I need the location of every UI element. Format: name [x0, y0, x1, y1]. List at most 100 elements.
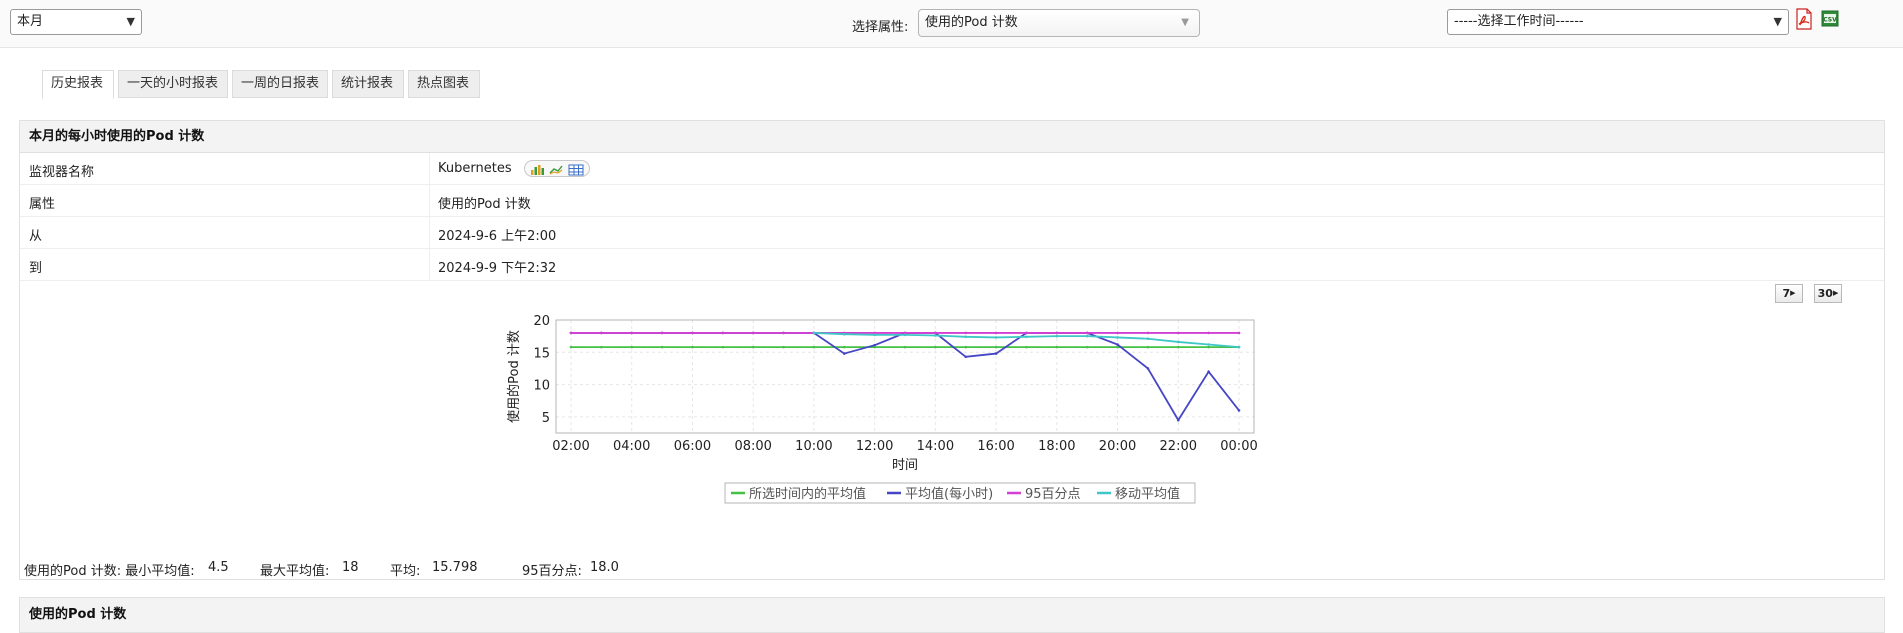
- data-point: [934, 345, 937, 349]
- stat-avg-value: 15.798: [432, 560, 478, 575]
- data-point: [873, 343, 876, 347]
- x-tick-label: 10:00: [795, 439, 832, 454]
- x-tick-label: 14:00: [917, 439, 954, 454]
- data-point: [1025, 335, 1028, 339]
- data-point: [842, 352, 846, 355]
- data-point: [994, 336, 998, 339]
- tab-heatmap-report[interactable]: 热点图表: [408, 70, 480, 98]
- x-tick-label: 22:00: [1160, 439, 1197, 454]
- section-title: 使用的Pod 计数: [20, 598, 1884, 633]
- data-point: [964, 331, 968, 335]
- data-point: [1085, 334, 1089, 338]
- chart-views-icon: [531, 164, 584, 176]
- data-point: [994, 345, 998, 349]
- data-point: [1146, 345, 1150, 349]
- worktime-select-value: -----选择工作时间------: [1454, 14, 1584, 29]
- pod-count-line-chart: 5 10 15 20 02:00 04:00 06:00 08:00 10:00 12:00 14…: [506, 314, 1258, 504]
- data-point: [1085, 345, 1089, 349]
- stat-min-value: 4.5: [208, 560, 229, 575]
- stat-p95-value: 18.0: [590, 560, 619, 575]
- period-select[interactable]: 本月 ▼: [10, 9, 142, 35]
- data-point: [1146, 367, 1150, 370]
- tab-hourly-report[interactable]: 一天的小时报表: [118, 70, 228, 98]
- tab-daily-report[interactable]: 一周的日报表: [232, 70, 328, 98]
- data-point: [812, 331, 816, 335]
- data-point: [873, 333, 876, 337]
- info-key: 到: [29, 261, 43, 276]
- info-value: 2024-9-6 上午2:00: [438, 229, 557, 244]
- data-point: [812, 345, 816, 349]
- data-point: [630, 331, 634, 335]
- x-tick-label: 02:00: [552, 439, 589, 454]
- monitor-view-icons[interactable]: [524, 160, 590, 177]
- data-point: [721, 331, 725, 335]
- plot-area: [555, 319, 1255, 434]
- csv-export-icon[interactable]: CSV: [1821, 8, 1839, 30]
- pod-count-section: 使用的Pod 计数: [19, 597, 1885, 633]
- data-point: [1237, 409, 1241, 412]
- data-point: [782, 345, 785, 349]
- y-tick-label: 15: [533, 346, 550, 361]
- stat-max-value: 18: [342, 560, 359, 575]
- stat-p95-label: 95百分点:: [522, 564, 582, 579]
- x-tick-label: 18:00: [1038, 439, 1075, 454]
- data-point: [1085, 331, 1089, 335]
- x-tick-label: 00:00: [1220, 439, 1257, 454]
- tab-history-report[interactable]: 历史报表: [42, 70, 114, 99]
- monitor-name-link[interactable]: Kubernetes: [438, 161, 512, 176]
- data-point: [1116, 331, 1119, 335]
- range-30-days-button[interactable]: 30▶: [1814, 284, 1842, 303]
- data-point: [660, 331, 664, 335]
- y-tick-label: 20: [533, 314, 550, 329]
- data-point: [994, 352, 998, 355]
- data-point: [1207, 331, 1210, 335]
- pdf-export-icon[interactable]: [1795, 8, 1813, 30]
- series-2: [569, 331, 1241, 422]
- info-key: 从: [29, 229, 43, 244]
- range-7-days-button[interactable]: 7▶: [1775, 284, 1803, 303]
- data-point: [630, 345, 634, 349]
- data-point: [1176, 418, 1180, 422]
- range-button-label: 7: [1782, 287, 1791, 300]
- data-point: [903, 333, 907, 337]
- attribute-select-value: 使用的Pod 计数: [925, 15, 1018, 30]
- stat-min-label: 使用的Pod 计数: 最小平均值:: [24, 564, 195, 579]
- data-point: [934, 334, 937, 337]
- report-title: 本月的每小时使用的Pod 计数: [20, 121, 1884, 153]
- info-key: 属性: [29, 197, 56, 212]
- info-value: 2024-9-9 下午2:32: [438, 261, 557, 276]
- data-point: [903, 345, 907, 349]
- legend-label: 所选时间内的平均值: [749, 486, 866, 502]
- row-divider: [429, 185, 430, 216]
- row-divider: [429, 217, 430, 248]
- data-point: [1207, 370, 1210, 373]
- chevron-down-icon: ▼: [1773, 15, 1782, 28]
- x-tick-label: 08:00: [734, 439, 771, 454]
- data-point: [1176, 331, 1180, 335]
- data-point: [1207, 343, 1210, 346]
- data-point: [994, 331, 998, 335]
- y-tick-label: 10: [533, 379, 550, 394]
- attribute-select[interactable]: 使用的Pod 计数 ▼: [918, 9, 1200, 37]
- data-point: [1176, 345, 1180, 349]
- y-axis-label: 使用的Pod 计数: [506, 330, 522, 423]
- x-tick-label: 12:00: [856, 439, 893, 454]
- data-point: [964, 345, 968, 349]
- legend-item: 所选时间内的平均值: [731, 486, 866, 502]
- tab-statistics-report[interactable]: 统计报表: [332, 70, 404, 98]
- data-point: [1055, 334, 1059, 338]
- attribute-label: 选择属性:: [852, 20, 909, 35]
- play-icon: ▶: [1790, 289, 1796, 297]
- y-axis-ticks: 5 10 15 20: [533, 314, 550, 426]
- data-point: [569, 345, 573, 349]
- y-tick-label: 5: [542, 411, 550, 426]
- x-axis-ticks: 02:00 04:00 06:00 08:00 10:00 12:00 14:00 16:00…: [552, 439, 1257, 454]
- x-axis-label: 时间: [892, 458, 918, 473]
- data-point: [721, 345, 725, 349]
- data-point: [1176, 340, 1180, 344]
- data-point: [1055, 345, 1059, 349]
- worktime-select[interactable]: -----选择工作时间------ ▼: [1447, 9, 1789, 35]
- chart-legend: 所选时间内的平均值 平均值(每小时) 95百分点 移动平均值: [724, 482, 1196, 504]
- info-row-monitor: 监视器名称 Kubernetes: [20, 153, 1884, 185]
- info-row-to: 到 2024-9-9 下午2:32: [20, 249, 1884, 281]
